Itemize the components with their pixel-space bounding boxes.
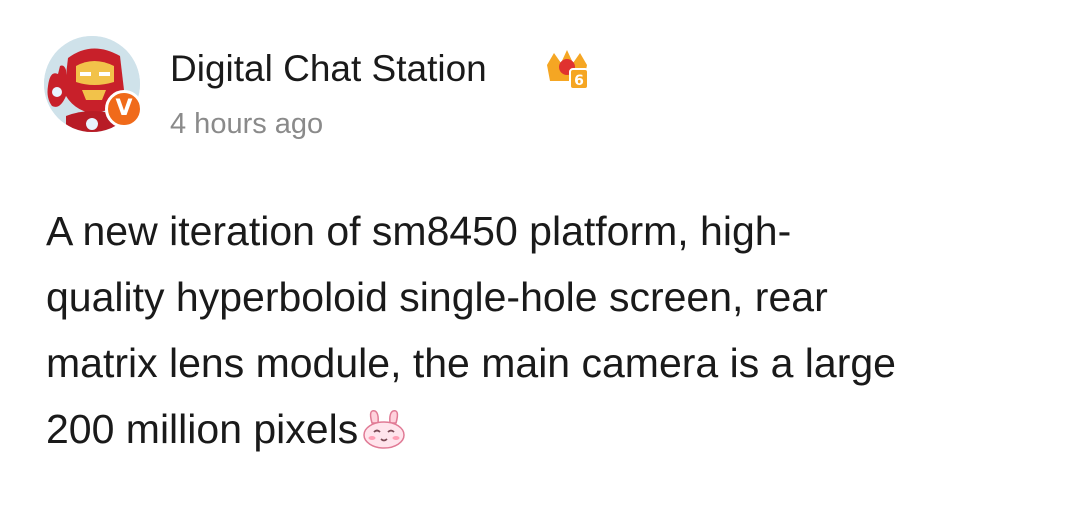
content-line-text: 200 million pixels <box>46 406 359 452</box>
content-line: matrix lens module, the main camera is a… <box>46 340 896 386</box>
weibo-post: V Digital Chat Station 6 4 hours ago A n… <box>0 0 1080 522</box>
post-timestamp: 4 hours ago <box>170 108 324 140</box>
bunny-smile-emoji-icon <box>360 402 408 449</box>
verified-badge-icon: V <box>105 90 143 128</box>
crown-level-badge-icon[interactable]: 6 <box>544 47 590 91</box>
post-content: A new iteration of sm8450 platform, high… <box>46 198 1046 462</box>
content-line: A new iteration of sm8450 platform, high… <box>46 208 792 254</box>
content-line: quality hyperboloid single-hole screen, … <box>46 274 828 320</box>
author-avatar[interactable]: V <box>44 36 144 136</box>
author-name[interactable]: Digital Chat Station <box>170 46 487 92</box>
vip-level-number: 6 <box>574 73 584 89</box>
content-line-last: 200 million pixels <box>46 396 1046 462</box>
